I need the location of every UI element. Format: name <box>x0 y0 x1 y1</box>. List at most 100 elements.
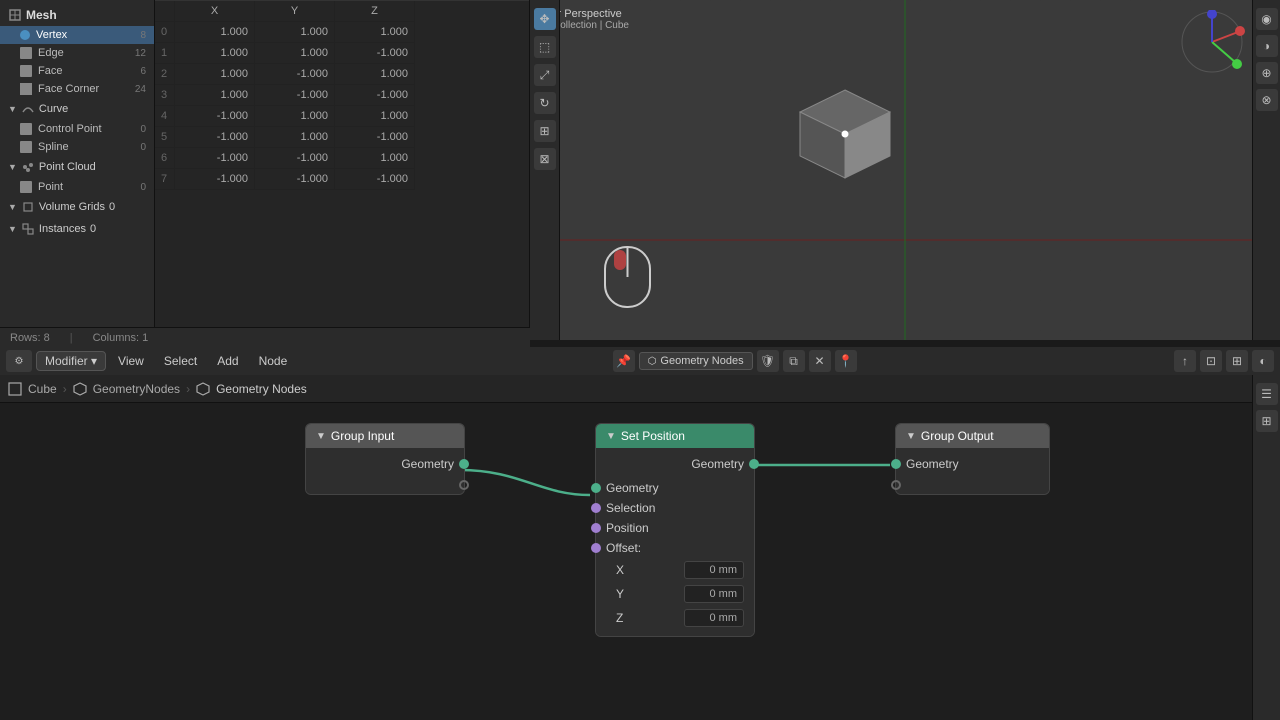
node-tool-2[interactable]: ⊞ <box>1256 410 1278 432</box>
curve-section[interactable]: ▼ Curve <box>0 98 154 120</box>
node-top-bar: ⚙ Modifier ▾ View Select Add Node 📌 ⬡ Ge… <box>0 347 1280 375</box>
modifier-button[interactable]: Modifier ▾ <box>36 351 106 371</box>
group-output-title: Group Output <box>921 429 994 443</box>
rotate-tool[interactable]: ↻ <box>534 92 556 114</box>
mesh-item-point[interactable]: Point 0 <box>0 178 154 196</box>
editor-type-icon[interactable]: ⚙ <box>6 350 32 372</box>
group-input-empty-row <box>316 482 454 488</box>
gizmo-icon[interactable]: ⊗ <box>1256 89 1278 111</box>
copy-icon[interactable]: ⧉ <box>783 350 805 372</box>
breadcrumb-cube[interactable]: Cube <box>28 382 57 396</box>
instances-section[interactable]: ▼ Instances 0 <box>0 218 154 240</box>
group-input-empty-socket <box>459 480 469 490</box>
set-pos-in-geom-label: Geometry <box>606 481 659 495</box>
set-pos-in-offset: Offset: <box>606 538 744 558</box>
vertex-icon <box>20 30 30 40</box>
row-3-x: 1.000 <box>175 85 255 106</box>
group-output-geom-socket <box>891 459 901 469</box>
viewport-shading[interactable]: ◑ <box>1256 35 1278 57</box>
group-output-node: ▼ Group Output Geometry <box>895 423 1050 495</box>
overlay-icon[interactable]: ⊕ <box>1256 62 1278 84</box>
volume-grids-section[interactable]: ▼ Volume Grids 0 <box>0 196 154 218</box>
svg-text:Y: Y <box>1234 60 1240 69</box>
pin2-icon[interactable]: 📍 <box>835 350 857 372</box>
face-corner-icon <box>20 83 32 95</box>
instances-arrow: ▼ <box>8 224 17 234</box>
offset-z-row: Z 0 mm <box>606 606 744 630</box>
mesh-item-face-corner[interactable]: Face Corner 24 <box>0 80 154 98</box>
offset-x-value[interactable]: 0 mm <box>684 561 744 579</box>
view-options-4[interactable]: ◐ <box>1252 350 1274 372</box>
mesh-item-face[interactable]: Face 6 <box>0 62 154 80</box>
face-corner-label: Face Corner <box>38 83 99 95</box>
offset-y-value[interactable]: 0 mm <box>684 585 744 603</box>
shield-icon[interactable]: 🛡 <box>757 350 779 372</box>
curve-label: Curve <box>39 103 68 115</box>
view-options-2[interactable]: ⊡ <box>1200 350 1222 372</box>
view-options-1[interactable]: ↑ <box>1174 350 1196 372</box>
instances-label: Instances <box>39 223 86 235</box>
table-grid: X Y Z 0 1.000 1.000 1.000 1 1.000 1.000 … <box>155 0 529 190</box>
row-6-x: -1.000 <box>175 148 255 169</box>
col-header-x: X <box>175 1 255 22</box>
mesh-item-spline[interactable]: Spline 0 <box>0 138 154 156</box>
group-input-node: ▼ Group Input Geometry <box>305 423 465 495</box>
home-icon <box>8 382 22 396</box>
cube-svg <box>790 80 900 190</box>
row-4-z: 1.000 <box>335 106 415 127</box>
render-icon[interactable]: ◉ <box>1256 8 1278 30</box>
row-0-z: 1.000 <box>335 22 415 43</box>
edge-icon <box>20 47 32 59</box>
point-cloud-section[interactable]: ▼ Point Cloud <box>0 156 154 178</box>
curve-arrow: ▼ <box>8 104 17 114</box>
spline-count: 0 <box>140 142 146 153</box>
mesh-item-edge[interactable]: Edge 12 <box>0 44 154 62</box>
node-tool-1[interactable]: ☰ <box>1256 383 1278 405</box>
mesh-item-control-point[interactable]: Control Point 0 <box>0 120 154 138</box>
row-4-y: 1.000 <box>255 106 335 127</box>
close-icon[interactable]: ✕ <box>809 350 831 372</box>
offset-y-label: Y <box>616 587 624 601</box>
add-menu[interactable]: Add <box>209 351 246 371</box>
set-position-node: ▼ Set Position Geometry Geometry Selecti… <box>595 423 755 637</box>
row-5-index: 5 <box>155 127 175 148</box>
row-3-z: -1.000 <box>335 85 415 106</box>
row-1-x: 1.000 <box>175 43 255 64</box>
3d-cube <box>790 80 900 193</box>
transform-tool[interactable]: ⊠ <box>534 148 556 170</box>
set-pos-out-geometry: Geometry <box>606 454 744 474</box>
group-output-header: ▼ Group Output <box>896 424 1049 448</box>
viewport[interactable]: User Perspective (1) Collection | Cube X <box>530 0 1280 340</box>
spline-label: Spline <box>38 141 69 153</box>
point-count: 0 <box>140 182 146 193</box>
row-4-x: -1.000 <box>175 106 255 127</box>
geometry-nodes-badge: ⬡ Geometry Nodes <box>639 352 753 370</box>
node-menu[interactable]: Node <box>251 351 296 371</box>
row-5-x: -1.000 <box>175 127 255 148</box>
instances-count: 0 <box>90 223 96 235</box>
node-editor[interactable]: ▼ Group Input Geometry ▼ Set Position Ge… <box>0 403 1280 720</box>
breadcrumb-geonodes[interactable]: GeometryNodes <box>93 382 180 396</box>
nav-gizmo[interactable]: X Y Z <box>1180 10 1245 78</box>
scale-tool[interactable]: ⊞ <box>534 120 556 142</box>
select-box-tool[interactable]: ⬚ <box>534 36 556 58</box>
set-position-title: Set Position <box>621 429 685 443</box>
gn-label: Geometry Nodes <box>660 355 743 367</box>
set-pos-out-geom-socket <box>749 459 759 469</box>
view-menu[interactable]: View <box>110 351 152 371</box>
rows-info: Rows: 8 <box>10 332 50 344</box>
select-menu[interactable]: Select <box>156 351 205 371</box>
volume-icon <box>21 200 35 214</box>
offset-z-value[interactable]: 0 mm <box>684 609 744 627</box>
view-options-3[interactable]: ⊞ <box>1226 350 1248 372</box>
pin-icon[interactable]: 📌 <box>613 350 635 372</box>
group-input-geometry-socket <box>459 459 469 469</box>
row-4-index: 4 <box>155 106 175 127</box>
cursor-tool[interactable]: ✥ <box>534 8 556 30</box>
set-pos-out-geom-label: Geometry <box>691 457 744 471</box>
breadcrumb-geonodes2[interactable]: Geometry Nodes <box>216 382 307 396</box>
mesh-item-vertex[interactable]: Vertex 8 <box>0 26 154 44</box>
set-pos-in-selection: Selection <box>606 498 744 518</box>
mesh-header: Mesh <box>0 4 154 26</box>
move-tool[interactable]: ⤢ <box>534 64 556 86</box>
